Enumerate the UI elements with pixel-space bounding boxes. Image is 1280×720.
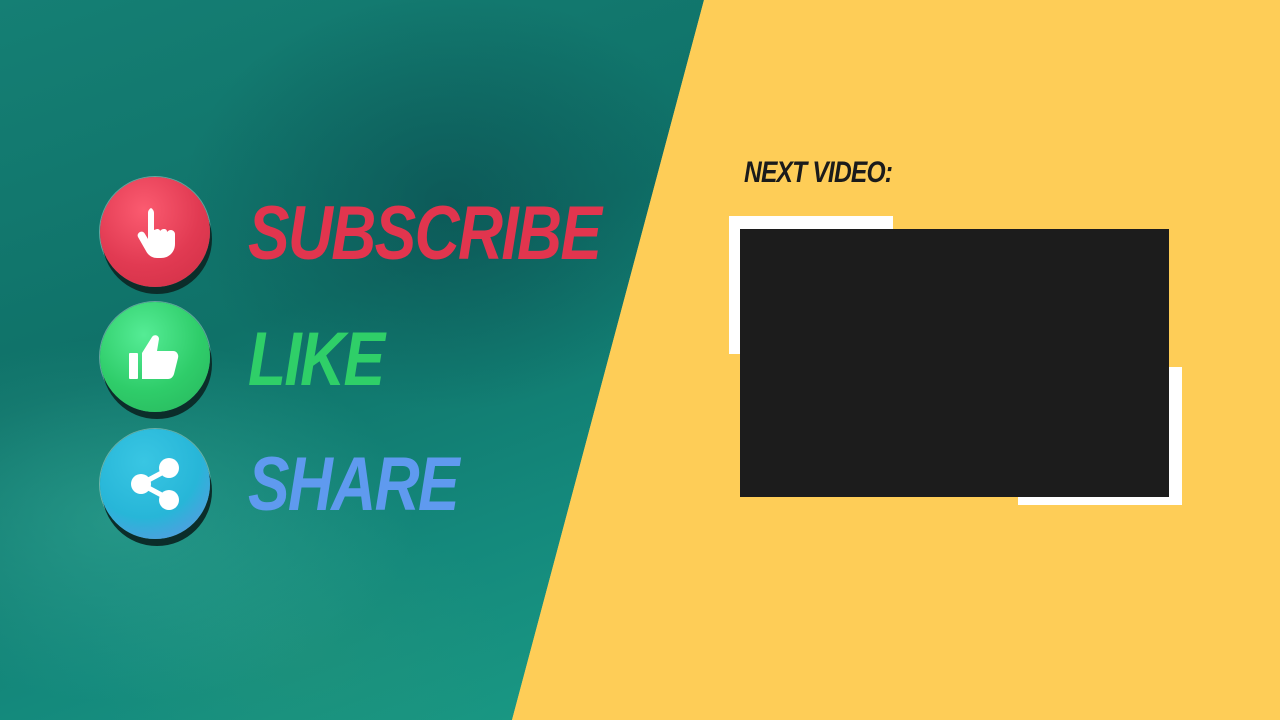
pointing-hand-icon	[137, 208, 175, 258]
next-video-placeholder[interactable]	[740, 229, 1169, 497]
share-icon	[131, 458, 179, 510]
subscribe-label: SUBSCRIBE	[248, 191, 602, 276]
share-button[interactable]	[100, 429, 210, 539]
like-label: LIKE	[248, 317, 385, 402]
like-button[interactable]	[100, 302, 210, 412]
share-label: SHARE	[248, 442, 460, 527]
thumbs-up-icon	[129, 335, 179, 379]
next-video-title: NEXT VIDEO:	[744, 156, 893, 189]
subscribe-button[interactable]	[100, 177, 210, 287]
